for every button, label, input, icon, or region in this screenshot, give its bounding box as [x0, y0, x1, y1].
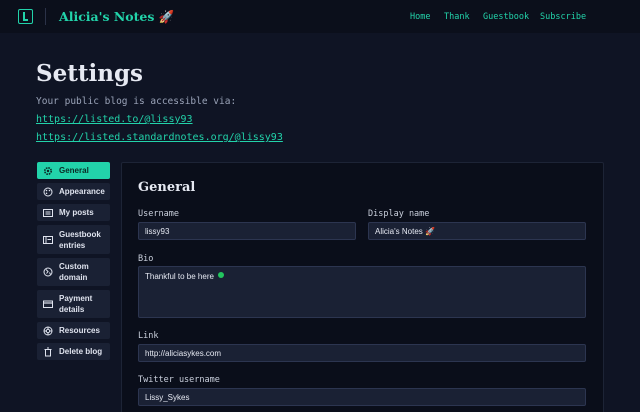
bio-text: Thankful to be here — [145, 272, 214, 281]
listed-logo-icon[interactable] — [18, 9, 33, 24]
display-name-input[interactable]: Alicia's Notes 🚀 — [368, 222, 586, 240]
sidebar-item-label: Custom domain — [59, 262, 89, 282]
twitter-username-label: Twitter username — [138, 375, 220, 385]
sidebar-item-label: Payment details — [59, 294, 93, 314]
nav-home-link[interactable]: Home — [410, 12, 430, 22]
username-input[interactable]: lissy93 — [138, 222, 356, 240]
trash-icon — [43, 347, 53, 357]
bio-textarea[interactable]: Thankful to be here — [138, 266, 586, 318]
globe-icon — [43, 267, 53, 277]
site-title[interactable]: Alicia's Notes 🚀 — [59, 9, 174, 25]
gear-icon — [43, 166, 53, 176]
sidebar-item-label: Guestbook entries — [59, 229, 101, 250]
sidebar-item-appearance[interactable]: Appearance — [37, 183, 110, 200]
sidebar-item-custom-domain[interactable]: Custom domain — [37, 258, 110, 286]
bio-label: Bio — [138, 254, 154, 264]
blog-alt-url-link[interactable]: https://listed.standardnotes.org/@lissy9… — [36, 132, 283, 143]
blog-url-link[interactable]: https://listed.to/@lissy93 — [36, 114, 193, 125]
display-name-label: Display name — [368, 209, 430, 219]
sidebar-item-label: Resources — [59, 326, 100, 335]
sidebar-item-label: Appearance — [59, 187, 105, 196]
book-icon — [43, 235, 53, 245]
sidebar-item-label: My posts — [59, 208, 94, 217]
sidebar-item-resources[interactable]: Resources — [37, 322, 110, 339]
green-circle-emoji-icon — [217, 272, 224, 278]
sidebar-item-label: Delete blog — [59, 347, 103, 356]
nav-thank-link[interactable]: Thank — [444, 12, 470, 22]
link-input[interactable]: http://aliciasykes.com — [138, 344, 586, 362]
blog-access-text: Your public blog is accessible via: — [36, 96, 237, 107]
page-title: Settings — [36, 60, 143, 87]
list-icon — [43, 208, 53, 218]
twitter-username-input[interactable]: Lissy_Sykes — [138, 388, 586, 406]
credit-card-icon — [43, 299, 53, 309]
sidebar-item-delete-blog[interactable]: Delete blog — [37, 343, 110, 360]
sidebar-item-general[interactable]: General — [37, 162, 110, 179]
sidebar-item-label: General — [59, 166, 89, 175]
username-label: Username — [138, 209, 179, 219]
sidebar-item-guestbook-entries[interactable]: Guestbook entries — [37, 225, 110, 254]
palette-icon — [43, 187, 53, 197]
panel-title: General — [138, 180, 196, 195]
logo-divider — [45, 8, 46, 25]
sidebar-item-payment-details[interactable]: Payment details — [37, 290, 110, 318]
top-bar: Alicia's Notes 🚀 Home Thank Guestbook Su… — [0, 0, 640, 33]
nav-subscribe-link[interactable]: Subscribe — [540, 12, 586, 22]
sidebar-item-my-posts[interactable]: My posts — [37, 204, 110, 221]
link-label: Link — [138, 331, 159, 341]
nav-guestbook-link[interactable]: Guestbook — [483, 12, 529, 22]
lifebuoy-icon — [43, 326, 53, 336]
